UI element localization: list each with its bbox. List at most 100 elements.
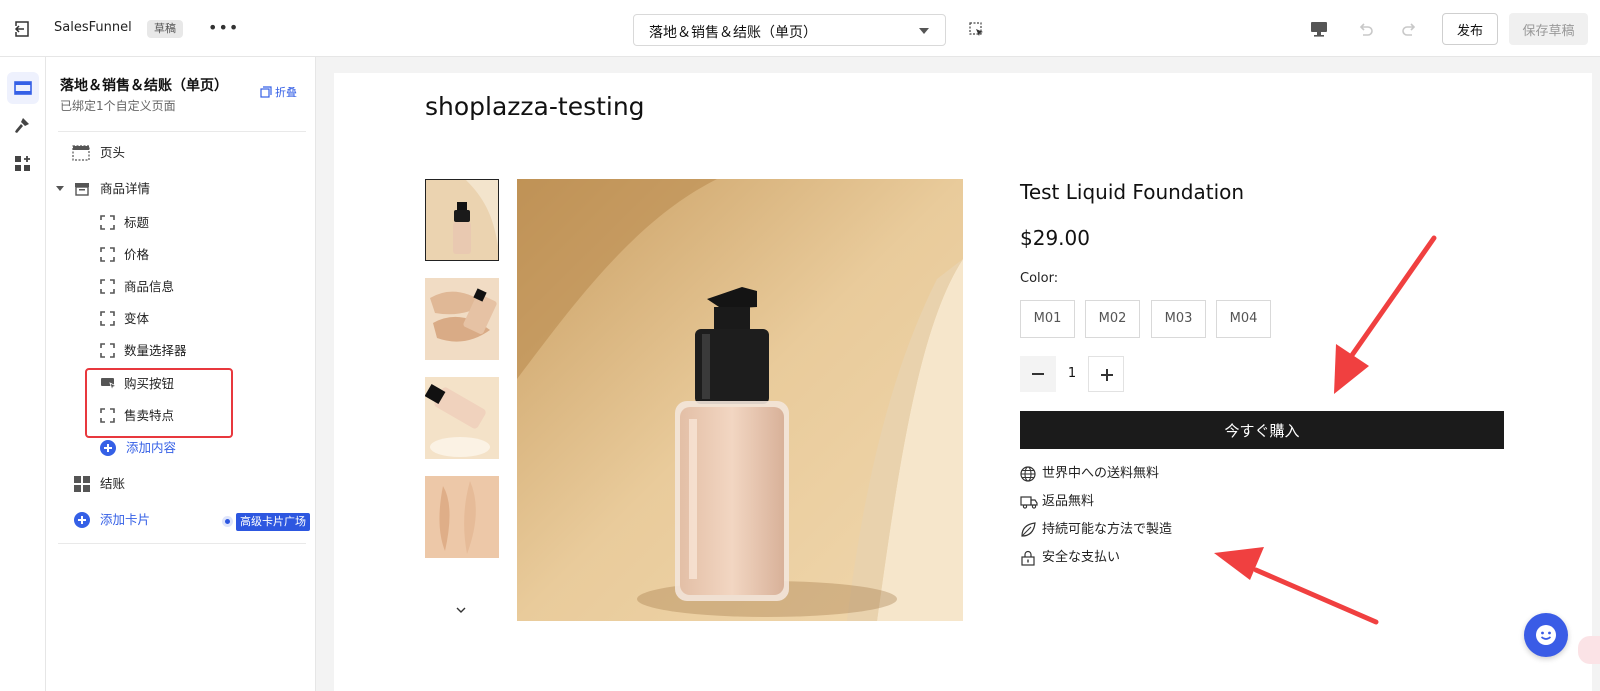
- tree-child-label: 商品信息: [124, 279, 175, 294]
- thumbnail-4[interactable]: [425, 476, 499, 558]
- translate-widget[interactable]: [1578, 636, 1600, 664]
- feature-label: 返品無料: [1042, 494, 1095, 509]
- divider: [58, 131, 306, 132]
- element-picker-icon[interactable]: [969, 22, 985, 38]
- block-icon: [100, 247, 115, 262]
- main-product-image[interactable]: [517, 179, 963, 621]
- tree-child-product-info[interactable]: 商品信息: [100, 274, 290, 300]
- tree-child-label: 价格: [124, 247, 150, 262]
- collapse-label: 折叠: [275, 86, 297, 99]
- block-icon: [100, 215, 115, 230]
- tree-item-label: 页头: [100, 145, 126, 160]
- variant-option[interactable]: M02: [1085, 300, 1140, 338]
- feature-secure-payment: 安全な支払い: [1020, 548, 1220, 568]
- feature-sustainable: 持続可能な方法で製造: [1020, 520, 1220, 540]
- collapse-button[interactable]: 折叠: [260, 84, 297, 100]
- truck-icon: [1020, 496, 1038, 509]
- swatch-strokes-image: [425, 476, 499, 558]
- panel-subtitle: 已绑定1个自定义页面: [60, 99, 176, 113]
- quantity-decrease-button[interactable]: [1020, 356, 1056, 392]
- feature-label: 持続可能な方法で製造: [1042, 522, 1173, 537]
- block-icon: [100, 279, 115, 294]
- caret-down-icon: [919, 28, 929, 34]
- thumbnail-2[interactable]: [425, 278, 499, 360]
- add-content-button[interactable]: 添加内容: [100, 435, 250, 461]
- publish-button[interactable]: 发布: [1442, 13, 1498, 45]
- swatch-smears-image: [425, 278, 499, 360]
- lock-icon: [1021, 550, 1035, 566]
- buy-now-button[interactable]: 今すぐ購入: [1020, 411, 1504, 449]
- tree-child-variant[interactable]: 变体: [100, 306, 290, 332]
- tree-item-product-details[interactable]: 商品详情: [56, 176, 296, 202]
- thumbnail-3[interactable]: [425, 377, 499, 459]
- product-title: Test Liquid Foundation: [1020, 180, 1245, 204]
- bottle-lying-image: [425, 377, 499, 459]
- premium-card-plaza-link[interactable]: 高级卡片广场: [236, 513, 310, 531]
- top-bar: SalesFunnel 草稿 ••• 落地＆销售＆结账（单页） 发布 保存草稿: [0, 0, 1600, 57]
- add-content-label: 添加内容: [126, 440, 177, 455]
- quantity-increase-button[interactable]: [1088, 356, 1124, 392]
- undo-icon[interactable]: [1357, 20, 1375, 38]
- quantity-value[interactable]: 1: [1056, 356, 1088, 392]
- chevron-down-icon[interactable]: [456, 605, 466, 615]
- premium-dot-icon: [222, 516, 233, 527]
- variant-option[interactable]: M03: [1151, 300, 1206, 338]
- block-icon: [100, 311, 115, 326]
- block-icon: [100, 343, 115, 358]
- feature-free-shipping: 世界中への送料無料: [1020, 464, 1220, 484]
- caret-down-icon[interactable]: [56, 185, 64, 193]
- header-section-icon: [72, 145, 90, 161]
- add-card-button[interactable]: 添加卡片: [72, 507, 212, 533]
- collapse-icon: [260, 86, 272, 98]
- apps-tab[interactable]: [7, 148, 39, 180]
- thumbnail-1[interactable]: [425, 179, 499, 261]
- tree-item-label: 商品详情: [100, 181, 151, 196]
- highlight-box: [85, 368, 233, 438]
- color-label: Color:: [1020, 271, 1059, 286]
- product-price: $29.00: [1020, 226, 1090, 250]
- variant-option[interactable]: M01: [1020, 300, 1075, 338]
- foundation-bottle-image: [517, 179, 963, 621]
- tree-child-quantity-selector[interactable]: 数量选择器: [100, 338, 290, 364]
- tree-child-label: 变体: [124, 311, 150, 326]
- chat-support-button[interactable]: [1524, 613, 1568, 657]
- feature-free-returns: 返品無料: [1020, 492, 1220, 512]
- page-selector-value: 落地＆销售＆结账（单页）: [649, 25, 817, 41]
- variant-option[interactable]: M04: [1216, 300, 1271, 338]
- brush-icon: [15, 118, 29, 133]
- tree-child-label: 标题: [124, 215, 150, 230]
- add-card-label: 添加卡片: [100, 512, 151, 527]
- tree-item-header[interactable]: 页头: [72, 140, 302, 166]
- exit-icon[interactable]: [13, 20, 31, 38]
- sections-tab[interactable]: [7, 72, 39, 104]
- store-name[interactable]: shoplazza-testing: [425, 92, 645, 121]
- plus-circle-icon: [74, 512, 90, 528]
- feature-label: 安全な支払い: [1042, 550, 1121, 565]
- tool-rail: [0, 57, 46, 691]
- tree-child-title[interactable]: 标题: [100, 210, 290, 236]
- more-menu-button[interactable]: •••: [208, 18, 239, 37]
- theme-style-tab[interactable]: [7, 110, 39, 142]
- product-section-icon: [75, 183, 89, 196]
- redo-icon[interactable]: [1400, 20, 1418, 38]
- feature-label: 世界中への送料無料: [1042, 466, 1160, 481]
- plus-circle-icon: [100, 440, 116, 456]
- grid-icon: [74, 476, 90, 492]
- tree-child-label: 数量选择器: [124, 343, 187, 358]
- save-draft-button[interactable]: 保存草稿: [1509, 13, 1588, 45]
- foundation-bottle-image: [426, 180, 498, 260]
- apps-icon: [15, 156, 30, 171]
- chat-icon: [1536, 625, 1556, 645]
- globe-icon: [1020, 466, 1036, 482]
- tree-child-price[interactable]: 价格: [100, 242, 290, 268]
- app-name: SalesFunnel: [54, 20, 132, 35]
- panel-title: 落地＆销售＆结账（单页）: [60, 78, 228, 94]
- tree-item-checkout[interactable]: 结账: [72, 471, 272, 497]
- leaf-icon: [1021, 522, 1036, 537]
- divider: [58, 543, 306, 544]
- layout-icon: [14, 81, 32, 95]
- draft-badge: 草稿: [147, 20, 183, 38]
- desktop-view-icon[interactable]: [1310, 20, 1328, 38]
- page-selector[interactable]: 落地＆销售＆结账（单页）: [633, 14, 946, 46]
- tree-item-label: 结账: [100, 476, 126, 491]
